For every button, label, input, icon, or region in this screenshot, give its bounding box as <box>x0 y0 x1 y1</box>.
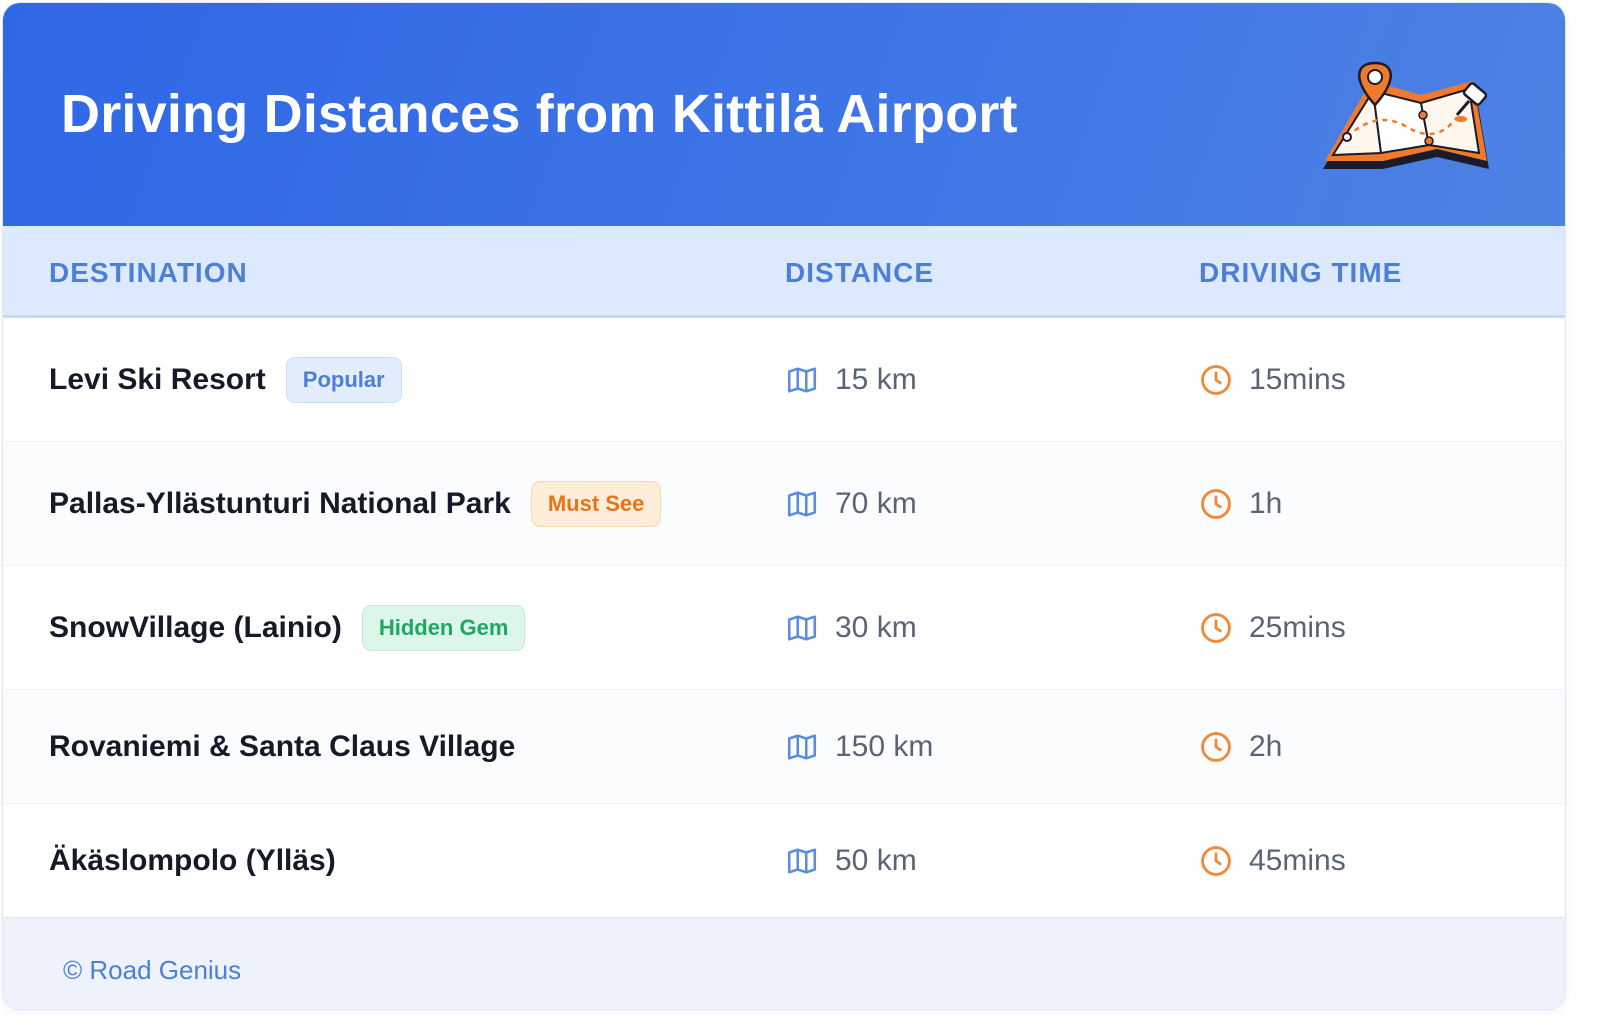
destination-name: Rovaniemi & Santa Claus Village <box>49 729 516 763</box>
table-row: SnowVillage (Lainio) Hidden Gem 30 km 25… <box>3 566 1565 690</box>
map-icon <box>787 614 817 641</box>
destination-cell: SnowVillage (Lainio) Hidden Gem <box>49 604 526 651</box>
map-icon <box>787 733 817 760</box>
clock-icon <box>1201 488 1231 519</box>
destination-cell: Rovaniemi & Santa Claus Village <box>49 730 515 764</box>
table-row: Rovaniemi & Santa Claus Village 150 km 2… <box>3 690 1565 804</box>
time-value: 15mins <box>1249 362 1346 396</box>
time-value: 1h <box>1249 486 1283 520</box>
table-row: Pallas-Yllästunturi National Park Must S… <box>3 442 1565 566</box>
badge-hidden-gem: Hidden Gem <box>361 604 526 651</box>
destination-cell: Äkäslompolo (Ylläs) <box>49 844 336 878</box>
column-header-destination: DESTINATION <box>49 257 248 288</box>
distance-cell: 30 km <box>785 611 917 645</box>
distance-cell: 150 km <box>785 730 933 764</box>
destination-name: Äkäslompolo (Ylläs) <box>49 843 336 877</box>
distance-value: 15 km <box>835 362 917 396</box>
destination-name: Levi Ski Resort <box>49 362 266 396</box>
clock-icon <box>1201 845 1231 876</box>
distances-card: Driving Distances from Kittilä Airport D… <box>2 2 1566 1010</box>
distance-value: 150 km <box>835 729 934 763</box>
time-value: 45mins <box>1249 843 1346 877</box>
distance-value: 70 km <box>835 486 917 520</box>
page-title: Driving Distances from Kittilä Airport <box>61 84 1018 144</box>
table-header: DESTINATION DISTANCE DRIVING TIME <box>3 226 1565 318</box>
map-with-pins-icon <box>1323 61 1489 169</box>
column-header-distance: DISTANCE <box>785 257 935 288</box>
destination-cell: Pallas-Yllästunturi National Park Must S… <box>49 480 662 527</box>
card-header: Driving Distances from Kittilä Airport <box>3 3 1565 226</box>
badge-must-see: Must See <box>530 480 662 527</box>
distance-value: 50 km <box>835 843 917 877</box>
clock-icon <box>1201 364 1231 395</box>
distance-cell: 70 km <box>785 487 917 521</box>
time-value: 2h <box>1249 729 1283 763</box>
clock-icon <box>1201 612 1231 643</box>
badge-popular: Popular <box>285 356 402 403</box>
map-icon <box>787 490 817 517</box>
map-icon <box>787 366 817 393</box>
time-cell: 1h <box>1199 487 1282 521</box>
time-cell: 2h <box>1199 730 1282 764</box>
destination-name: Pallas-Yllästunturi National Park <box>49 486 511 520</box>
time-value: 25mins <box>1249 610 1346 644</box>
destination-name: SnowVillage (Lainio) <box>49 610 342 644</box>
destination-cell: Levi Ski Resort Popular <box>49 356 402 403</box>
distance-cell: 15 km <box>785 363 917 397</box>
table-row: Äkäslompolo (Ylläs) 50 km 45mins <box>3 804 1565 917</box>
copyright-text: © Road Genius <box>63 955 242 985</box>
column-header-driving-time: DRIVING TIME <box>1199 257 1403 288</box>
time-cell: 45mins <box>1199 844 1346 878</box>
distance-value: 30 km <box>835 610 917 644</box>
clock-icon <box>1201 731 1231 762</box>
table-row: Levi Ski Resort Popular 15 km 15mins <box>3 318 1565 442</box>
card-footer: © Road Genius <box>3 917 1565 1009</box>
map-icon <box>787 847 817 874</box>
time-cell: 15mins <box>1199 363 1346 397</box>
time-cell: 25mins <box>1199 611 1346 645</box>
table-body: Levi Ski Resort Popular 15 km 15mins Pal… <box>3 318 1565 917</box>
distance-cell: 50 km <box>785 844 917 878</box>
